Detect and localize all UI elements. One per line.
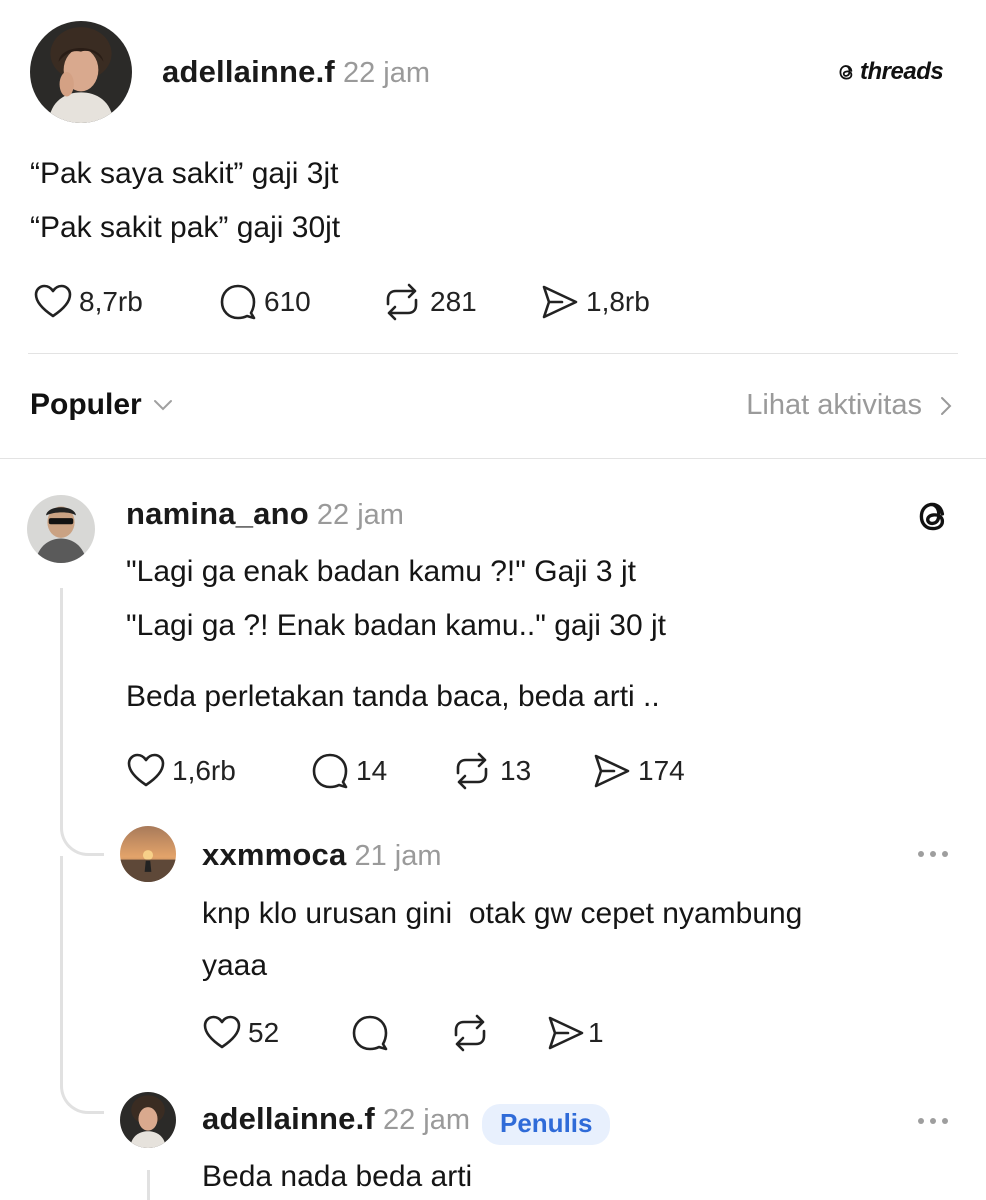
brand-label: threads: [860, 58, 944, 85]
more-dots-icon[interactable]: [918, 851, 948, 857]
commenter-avatar[interactable]: [120, 1092, 176, 1148]
comment-timestamp: 22 jam: [382, 1104, 470, 1136]
sort-dropdown[interactable]: Populer: [30, 388, 176, 422]
share-button[interactable]: 1: [546, 1013, 604, 1053]
comment-line: "Lagi ga ?! Enak badan kamu.." gaji 30 j…: [126, 609, 666, 642]
comment-line: Beda perletakan tanda baca, beda arti ..: [126, 680, 660, 713]
share-count: 174: [638, 755, 685, 786]
repost-count: 281: [430, 286, 477, 317]
threads-logo-icon: [836, 61, 858, 83]
like-button[interactable]: 1,6rb: [126, 751, 236, 791]
commenter-avatar[interactable]: [27, 495, 95, 563]
heart-icon: [202, 1013, 242, 1053]
repost-arrows-icon: [448, 1013, 492, 1053]
repost-arrows-icon: [450, 751, 494, 791]
comment-timestamp: 21 jam: [354, 840, 442, 872]
repost-count: 13: [500, 755, 532, 786]
comment-line: yaaa: [202, 949, 268, 982]
like-button[interactable]: 8,7rb: [33, 282, 143, 322]
send-icon: [546, 1013, 586, 1053]
like-button[interactable]: 52: [202, 1013, 279, 1053]
commenter-avatar[interactable]: [120, 826, 176, 882]
thread-line: [60, 856, 63, 1076]
speech-bubble-icon: [218, 282, 258, 322]
comment-line: "Lagi ga enak badan kamu ?!" Gaji 3 jt: [126, 555, 636, 588]
repost-button[interactable]: 13: [450, 751, 531, 791]
commenter-username[interactable]: xxmmoca: [202, 837, 346, 872]
chevron-down-icon: [153, 400, 172, 411]
send-icon: [540, 282, 580, 322]
heart-icon: [33, 282, 73, 322]
speech-bubble-icon: [310, 751, 350, 791]
author-badge: Penulis: [482, 1104, 611, 1146]
like-count: 8,7rb: [79, 286, 143, 317]
send-icon: [592, 751, 632, 791]
divider: [0, 458, 986, 459]
view-activity-label: Lihat aktivitas: [746, 389, 922, 421]
comment-line: Beda nada beda arti: [202, 1160, 473, 1193]
post-line: “Pak saya sakit” gaji 3jt: [30, 157, 339, 190]
share-count: 1: [588, 1017, 604, 1048]
comment-timestamp: 22 jam: [316, 499, 404, 531]
commenter-username[interactable]: namina_ano: [126, 496, 309, 531]
share-count: 1,8rb: [586, 286, 650, 317]
more-dots-icon[interactable]: [918, 1118, 948, 1124]
reply-count: 14: [356, 755, 388, 786]
share-button[interactable]: 174: [592, 751, 685, 791]
share-button[interactable]: 1,8rb: [540, 282, 650, 322]
threads-logo-icon[interactable]: [913, 495, 955, 537]
sort-label: Populer: [30, 388, 142, 421]
reply-count: 610: [264, 286, 311, 317]
post-author-username[interactable]: adellainne.f: [162, 54, 335, 89]
reply-button[interactable]: [350, 1013, 390, 1053]
like-count: 52: [248, 1017, 280, 1048]
post-timestamp: 22 jam: [342, 57, 430, 89]
thread-line-curve: [60, 1060, 104, 1114]
comment-line: knp klo urusan gini otak gw cepet nyambu…: [202, 897, 803, 930]
thread-line-curve: [60, 800, 104, 856]
commenter-username[interactable]: adellainne.f: [202, 1101, 375, 1136]
thread-line: [60, 588, 63, 828]
divider: [28, 353, 958, 354]
reply-button[interactable]: 610: [218, 282, 311, 322]
threads-brand: threads: [836, 58, 944, 86]
post-author-avatar[interactable]: [30, 21, 132, 123]
speech-bubble-icon: [350, 1013, 390, 1053]
chevron-right-icon: [941, 396, 952, 415]
repost-button[interactable]: 281: [380, 282, 477, 322]
like-count: 1,6rb: [172, 755, 236, 786]
repost-arrows-icon: [380, 282, 424, 322]
reply-button[interactable]: 14: [310, 751, 387, 791]
heart-icon: [126, 751, 166, 791]
view-activity-link[interactable]: Lihat aktivitas: [746, 389, 958, 422]
repost-button[interactable]: [448, 1013, 492, 1053]
post-line: “Pak sakit pak” gaji 30jt: [30, 211, 341, 244]
thread-line: [147, 1170, 150, 1200]
